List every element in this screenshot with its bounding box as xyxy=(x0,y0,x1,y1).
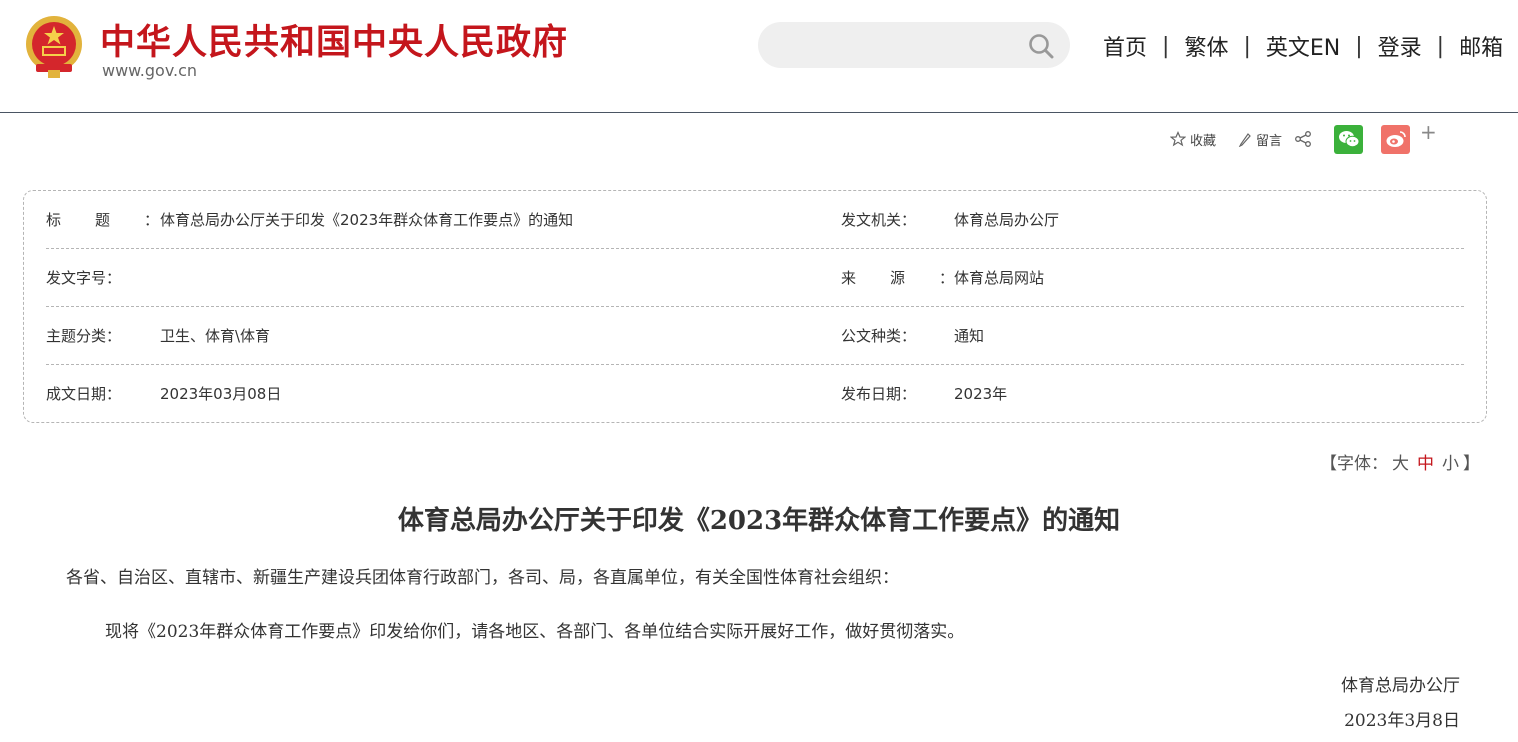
weibo-share-button[interactable] xyxy=(1381,124,1411,154)
doc-type-value: 通知 xyxy=(954,327,985,345)
font-size-label: 【字体： xyxy=(1320,454,1388,474)
weibo-icon xyxy=(1386,131,1406,147)
info-row: 主题分类： 卫生、体育\体育 公文种类： 通知 xyxy=(24,307,1486,365)
article-title: 体育总局办公厅关于印发《2023年群众体育工作要点》的通知 xyxy=(397,506,1121,536)
favorite-label: 收藏 xyxy=(1190,133,1217,149)
font-size-large[interactable]: 大 xyxy=(1392,454,1409,474)
star-icon xyxy=(1170,131,1186,147)
share-button[interactable] xyxy=(1294,130,1316,148)
document-info-table: 标题： 体育总局办公厅关于印发《2023年群众体育工作要点》的通知 发文机关： … xyxy=(23,190,1487,423)
comment-label: 留言 xyxy=(1256,133,1283,149)
nav-mail-link[interactable]: 邮箱 xyxy=(1459,30,1503,62)
site-url[interactable]: www.gov.cn xyxy=(102,61,197,80)
share-icon xyxy=(1295,131,1311,147)
info-row: 发文字号： 来源： 体育总局网站 xyxy=(24,249,1486,307)
comment-button[interactable]: 留言 xyxy=(1238,130,1282,149)
top-nav: 首页 | 繁体 | 英文EN | 登录 | 邮箱 xyxy=(1103,30,1503,62)
favorite-button[interactable]: 收藏 xyxy=(1170,130,1216,149)
publish-date-value: 2023年 xyxy=(954,385,1008,403)
signature-org: 体育总局办公厅 xyxy=(1341,676,1460,696)
signature-date: 2023年3月8日 xyxy=(1344,711,1460,731)
national-emblem-icon[interactable] xyxy=(22,14,86,80)
issuer-value: 体育总局办公厅 xyxy=(954,211,1060,229)
nav-login-link[interactable]: 登录 xyxy=(1378,30,1422,62)
wechat-share-button[interactable] xyxy=(1334,124,1364,154)
doc-type-label: 公文种类： xyxy=(841,327,917,345)
written-date-value: 2023年03月08日 xyxy=(160,385,282,403)
category-label: 主题分类： xyxy=(46,327,122,345)
nav-english-link[interactable]: 英文EN xyxy=(1266,30,1340,62)
wechat-icon xyxy=(1338,131,1360,148)
article-salutation: 各省、自治区、直辖市、新疆生产建设兵团体育行政部门，各司、局，各直属单位，有关全… xyxy=(66,568,899,588)
font-size-small[interactable]: 小 xyxy=(1442,454,1459,474)
font-size-bracket: 】 xyxy=(1463,454,1480,474)
nav-traditional-link[interactable]: 繁体 xyxy=(1184,30,1228,62)
more-share-button[interactable]: + xyxy=(1420,120,1437,144)
font-size-control: 【字体：大中小】 xyxy=(1320,449,1480,474)
doc-number-label: 发文字号： xyxy=(46,269,122,287)
search-icon[interactable] xyxy=(1028,33,1054,59)
written-date-label: 成文日期： xyxy=(46,385,122,403)
nav-separator: | xyxy=(1162,33,1170,59)
site-name[interactable]: 中华人民共和国中央人民政府 xyxy=(100,14,568,65)
publish-date-label: 发布日期： xyxy=(841,385,917,403)
info-row: 成文日期： 2023年03月08日 发布日期： 2023年 xyxy=(24,365,1486,423)
source-value: 体育总局网站 xyxy=(954,269,1045,287)
article-body: 现将《2023年群众体育工作要点》印发给你们，请各地区、各部门、各单位结合实际开… xyxy=(105,622,965,642)
article-toolbar: 收藏 留言 + xyxy=(1170,120,1437,154)
font-size-medium[interactable]: 中 xyxy=(1417,454,1434,474)
issuer-label: 发文机关： xyxy=(841,211,917,229)
nav-separator: | xyxy=(1355,33,1363,59)
nav-separator: | xyxy=(1436,33,1445,59)
nav-home-link[interactable]: 首页 xyxy=(1103,30,1147,62)
title-value: 体育总局办公厅关于印发《2023年群众体育工作要点》的通知 xyxy=(160,211,574,229)
nav-separator: | xyxy=(1243,33,1251,59)
pencil-icon xyxy=(1238,133,1251,147)
site-header: 中华人民共和国中央人民政府 www.gov.cn 首页 | 繁体 | 英文EN … xyxy=(0,0,1518,113)
info-row: 标题： 体育总局办公厅关于印发《2023年群众体育工作要点》的通知 发文机关： … xyxy=(24,191,1486,249)
category-value: 卫生、体育\体育 xyxy=(160,327,271,345)
search-input[interactable] xyxy=(758,22,1070,68)
